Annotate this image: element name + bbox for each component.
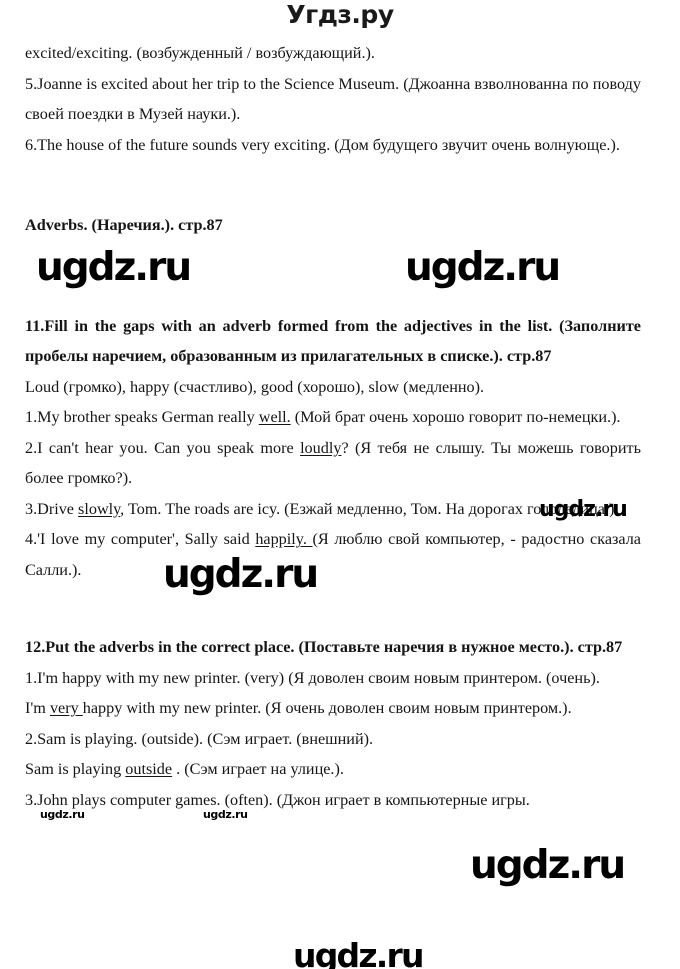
- section-heading-adverbs: Adverbs. (Наречия.). стр.87: [25, 216, 223, 234]
- ex12-item2-answer-word: outside: [125, 760, 173, 778]
- ex10-item-5: 5.Joanne is excited about her trip to th…: [25, 74, 641, 124]
- ex10-item-6: 6.The house of the future sounds very ex…: [25, 135, 620, 154]
- exercise-12-item-1-answer: I'm very happy with my new printer. (Я о…: [25, 693, 641, 724]
- ex11-item3-after: , Tom. The roads are icy. (Езжай медленн…: [120, 499, 619, 518]
- ex11-item3-before: 3.Drive: [25, 499, 79, 518]
- exercise-12-item-1-prompt: 1.I'm happy with my new printer. (very) …: [25, 668, 600, 687]
- watermark-ugdz-7: ugdz.ru: [470, 843, 626, 888]
- document-page: Угдз.ру excited/exciting. (возбужденный …: [0, 0, 680, 969]
- exercise-11-item-1: 1.My brother speaks German really well. …: [25, 402, 641, 433]
- intro-line: excited/exciting. (возбужденный / возбуж…: [25, 44, 375, 62]
- ex12-item1-before: I'm: [25, 699, 50, 717]
- exercise-11-title: 11.Fill in the gaps with an adverb forme…: [25, 316, 641, 366]
- ex11-item4-answer: happily.: [255, 530, 313, 548]
- exercise-11-word-bank: Loud (громко), happy (счастливо), good (…: [25, 377, 485, 396]
- ex12-item1-answer-word: very: [49, 699, 83, 717]
- exercise-12-item-3-prompt: 3.John plays computer games. (often). (Д…: [25, 790, 530, 809]
- ex11-item1-answer: well.: [258, 408, 291, 426]
- ex12-item2-before: Sam is playing: [25, 760, 126, 778]
- ex11-item2-answer: loudly: [300, 438, 342, 457]
- site-logo-header: Угдз.ру: [286, 0, 394, 29]
- watermark-ugdz-8: ugdz.ru: [293, 936, 424, 969]
- exercise-11-item-4: 4.'I love my computer', Sally said happi…: [25, 524, 641, 585]
- exercise-12-item-2-answer: Sam is playing outside . (Сэм играет на …: [25, 754, 641, 785]
- exercise-11-item-3: 3.Drive slowly, Tom. The roads are icy. …: [25, 494, 641, 525]
- ex12-item1-after: happy with my new printer. (Я очень дово…: [82, 699, 572, 717]
- exercise-12-item-2-prompt: 2.Sam is playing. (outside). (Сэм играет…: [25, 729, 374, 748]
- ex11-item2-before: 2.I can't hear you. Can you speak more: [25, 438, 301, 457]
- ex11-item1-before: 1.My brother speaks German really: [25, 408, 259, 426]
- ex11-item4-before: 4.'I love my computer', Sally said: [25, 530, 256, 548]
- ex11-item1-after: (Мой брат очень хорошо говорит по-немецк…: [290, 408, 621, 426]
- ex12-item2-after: . (Сэм играет на улице.).: [172, 760, 344, 778]
- exercise-12-title: 12.Put the adverbs in the correct place.…: [25, 638, 623, 656]
- ex11-item3-answer: slowly: [78, 499, 121, 518]
- document-content: excited/exciting. (возбужденный / возбуж…: [25, 38, 641, 815]
- exercise-11-item-2: 2.I can't hear you. Can you speak more l…: [25, 433, 641, 494]
